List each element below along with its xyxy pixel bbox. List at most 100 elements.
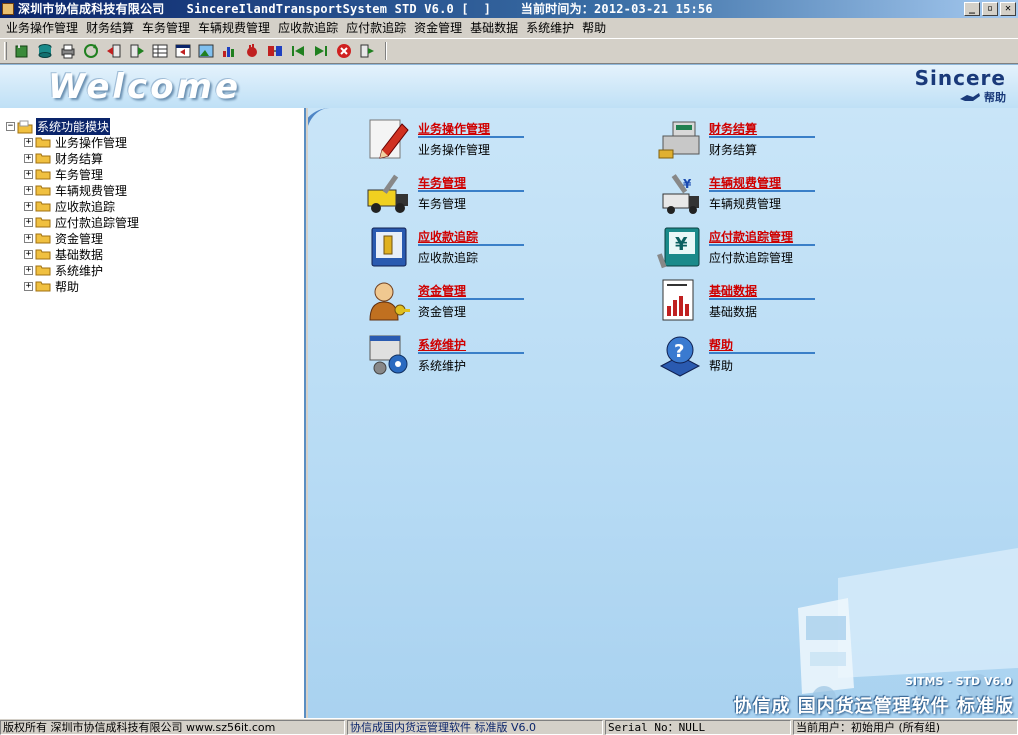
module-subtitle: 系统维护 <box>418 359 467 373</box>
module-title[interactable]: 财务结算 <box>709 123 815 138</box>
module-subtitle: 帮助 <box>709 359 734 373</box>
expand-icon[interactable]: + <box>24 281 33 291</box>
module-title[interactable]: 基础数据 <box>709 285 815 300</box>
module-subtitle: 资金管理 <box>418 305 467 319</box>
welcome-banner: Welcome Sincere 帮助 <box>0 64 1018 108</box>
grid-icon[interactable] <box>151 42 169 60</box>
svg-text:¥: ¥ <box>683 177 692 191</box>
tree-item-label: 帮助 <box>55 279 80 294</box>
tree-item-label: 财务结算 <box>55 151 104 166</box>
expand-icon[interactable]: + <box>24 249 33 259</box>
menu-vehicle-affairs[interactable]: 车务管理 <box>138 18 194 38</box>
tree-item-base-data[interactable]: + 基础数据 <box>24 246 140 262</box>
menu-help[interactable]: 帮助 <box>578 18 610 38</box>
close-button[interactable]: ✕ <box>1000 2 1016 16</box>
tree-item-payables[interactable]: + 应付款追踪管理 <box>24 214 140 230</box>
truck-fee-icon: ¥ <box>657 170 703 216</box>
module-title[interactable]: 系统维护 <box>418 339 524 354</box>
help-link[interactable]: 帮助 <box>959 89 1006 105</box>
refresh-icon[interactable] <box>82 42 100 60</box>
print-icon[interactable] <box>59 42 77 60</box>
expand-icon[interactable]: + <box>24 201 33 211</box>
receivable-icon <box>366 224 412 270</box>
collapse-icon[interactable]: − <box>6 121 15 131</box>
module-help[interactable]: ? 帮助 帮助 <box>657 332 917 380</box>
expand-icon[interactable]: + <box>24 185 33 195</box>
menu-business-ops[interactable]: 业务操作管理 <box>2 18 82 38</box>
panel-divider-curve <box>308 108 340 718</box>
database-icon[interactable] <box>36 42 54 60</box>
menu-receivables[interactable]: 应收款追踪 <box>274 18 342 38</box>
user-key-icon <box>366 278 412 324</box>
exit-icon[interactable] <box>358 42 376 60</box>
expand-icon[interactable]: + <box>24 233 33 243</box>
svg-text:¥: ¥ <box>675 234 688 255</box>
module-vehicle-affairs[interactable]: 车务管理 车务管理 <box>366 170 626 218</box>
tree-item-funds[interactable]: + 资金管理 <box>24 230 140 246</box>
picture-icon[interactable] <box>197 42 215 60</box>
module-payables[interactable]: ¥ 应付款追踪管理 应付款追踪管理 <box>657 224 917 272</box>
export-icon[interactable] <box>128 42 146 60</box>
menu-funds[interactable]: 资金管理 <box>410 18 466 38</box>
module-title[interactable]: 应收款追踪 <box>418 231 524 246</box>
svg-text:?: ? <box>674 341 684 362</box>
root-folder-icon <box>17 120 33 134</box>
module-subtitle: 应付款追踪管理 <box>709 251 794 265</box>
expand-icon[interactable]: + <box>24 137 33 147</box>
menu-base-data[interactable]: 基础数据 <box>466 18 522 38</box>
module-subtitle: 财务结算 <box>709 143 758 157</box>
chart-icon[interactable] <box>220 42 238 60</box>
module-title[interactable]: 应付款追踪管理 <box>709 231 815 246</box>
menu-system[interactable]: 系统维护 <box>522 18 578 38</box>
tree-item-business-ops[interactable]: + 业务操作管理 <box>24 134 140 150</box>
module-base-data[interactable]: 基础数据 基础数据 <box>657 278 917 326</box>
module-funds[interactable]: 资金管理 资金管理 <box>366 278 626 326</box>
expand-icon[interactable]: + <box>24 217 33 227</box>
module-launcher-area: 业务操作管理 业务操作管理 财务结算 财务结算 车务管理 车务管理 ¥ 车辆规费… <box>308 108 1018 718</box>
module-finance[interactable]: 财务结算 财务结算 <box>657 116 917 164</box>
expand-icon[interactable]: + <box>24 153 33 163</box>
module-title[interactable]: 业务操作管理 <box>418 123 524 138</box>
module-system[interactable]: 系统维护 系统维护 <box>366 332 626 380</box>
tree-item-finance[interactable]: + 财务结算 <box>24 150 140 166</box>
expand-icon[interactable]: + <box>24 169 33 179</box>
title-bar: 深圳市协信成科技有限公司 SincereIlandTransportSystem… <box>0 0 1018 18</box>
menu-finance[interactable]: 财务结算 <box>82 18 138 38</box>
minimize-button[interactable]: _ <box>964 2 980 16</box>
truck-wrench-icon <box>366 170 412 216</box>
tree-root[interactable]: − 系统功能模块 <box>6 117 140 135</box>
tree-item-vehicle-fees[interactable]: + 车辆规费管理 <box>24 182 140 198</box>
toolbar-grip[interactable] <box>4 42 7 60</box>
delete-icon[interactable] <box>335 42 353 60</box>
tree-item-system[interactable]: + 系统维护 <box>24 262 140 278</box>
transfer-icon[interactable] <box>266 42 284 60</box>
tree-item-help[interactable]: + 帮助 <box>24 278 140 294</box>
module-vehicle-fees[interactable]: ¥ 车辆规费管理 车辆规费管理 <box>657 170 917 218</box>
module-receivables[interactable]: 应收款追踪 应收款追踪 <box>366 224 626 272</box>
new-record-icon[interactable] <box>13 42 31 60</box>
menu-payables[interactable]: 应付款追踪 <box>342 18 410 38</box>
module-title[interactable]: 车务管理 <box>418 177 524 192</box>
module-subtitle: 基础数据 <box>709 305 758 319</box>
module-subtitle: 应收款追踪 <box>418 251 479 265</box>
module-business-ops[interactable]: 业务操作管理 业务操作管理 <box>366 116 626 164</box>
window-title: 深圳市协信成科技有限公司 SincereIlandTransportSystem… <box>18 2 713 16</box>
tree-item-receivables[interactable]: + 应收款追踪 <box>24 198 140 214</box>
restore-button[interactable]: ▫ <box>982 2 998 16</box>
expand-icon[interactable]: + <box>24 265 33 275</box>
window-icon[interactable] <box>174 42 192 60</box>
module-title[interactable]: 资金管理 <box>418 285 524 300</box>
settings-gear-icon <box>366 332 412 378</box>
folder-icon <box>35 184 51 196</box>
help-hand-icon <box>960 93 980 101</box>
tree-item-vehicle-affairs[interactable]: + 车务管理 <box>24 166 140 182</box>
help-link-label: 帮助 <box>984 91 1006 104</box>
last-record-icon[interactable] <box>312 42 330 60</box>
import-icon[interactable] <box>105 42 123 60</box>
stop-hand-icon[interactable] <box>243 42 261 60</box>
menu-vehicle-fees[interactable]: 车辆规费管理 <box>194 18 274 38</box>
module-title[interactable]: 帮助 <box>709 339 815 354</box>
module-tree-panel: − 系统功能模块 + 业务操作管理 + 财务结算 + 车务管理 + 车辆规费管理 + 应收… <box>0 108 306 718</box>
module-title[interactable]: 车辆规费管理 <box>709 177 815 192</box>
first-record-icon[interactable] <box>289 42 307 60</box>
